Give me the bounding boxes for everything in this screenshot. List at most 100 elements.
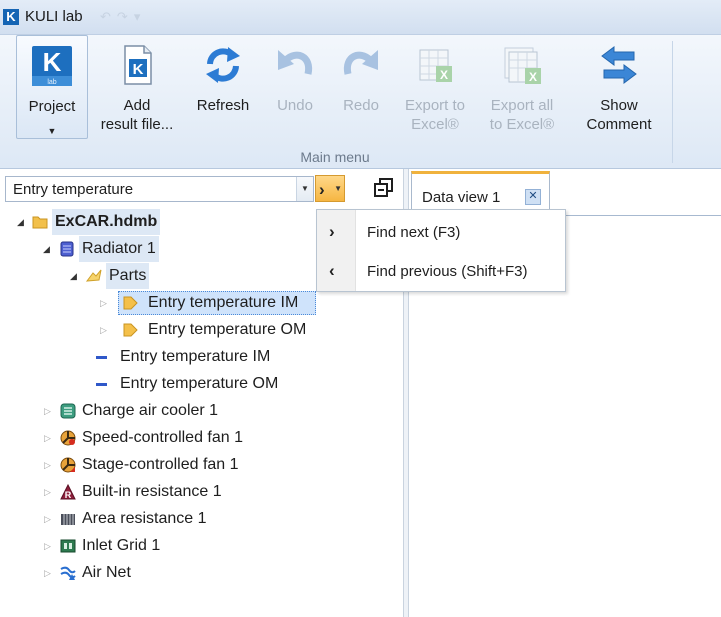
- refresh-icon: [206, 47, 240, 83]
- ribbon: K lab Project ▼ K Add result file... Ref…: [0, 35, 721, 169]
- tree-node-air-net[interactable]: ▷ Air Net: [44, 560, 394, 586]
- svg-text:R: R: [65, 490, 72, 500]
- collapse-all-button[interactable]: [373, 177, 395, 199]
- undo-label: Undo: [277, 97, 313, 114]
- radiator-icon: [60, 241, 74, 257]
- redo-icon: [343, 50, 378, 75]
- tree-node-stage-fan[interactable]: ▷ Stage-controlled fan 1: [44, 452, 394, 478]
- tree-node-builtin-resistance[interactable]: ▷ R Built-in resistance 1: [44, 479, 394, 505]
- collapse-all-icon: [374, 178, 393, 197]
- combo-dropdown-icon[interactable]: ▼: [296, 177, 313, 201]
- close-icon[interactable]: ✕: [525, 189, 541, 205]
- refresh-button[interactable]: Refresh: [188, 35, 258, 137]
- search-combobox[interactable]: Entry temperature ▼: [5, 176, 314, 202]
- collapsed-triangle-icon[interactable]: ▷: [100, 317, 110, 343]
- swap-arrows-icon: [601, 46, 637, 84]
- grid-icon: [60, 539, 76, 553]
- collapsed-triangle-icon[interactable]: ▷: [44, 425, 54, 451]
- collapsed-triangle-icon[interactable]: ▷: [44, 398, 54, 424]
- expanded-triangle-icon[interactable]: ◢: [70, 263, 80, 289]
- dash-icon: [96, 383, 107, 386]
- redo-label: Redo: [343, 97, 379, 114]
- svg-text:K: K: [43, 47, 62, 77]
- chevron-down-icon: ▼: [47, 126, 57, 136]
- qat-dropdown-icon[interactable]: ▾: [134, 9, 147, 24]
- menu-item-label: Find next (F3): [367, 224, 461, 241]
- menu-item-find-previous[interactable]: ‹ Find previous (Shift+F3): [317, 252, 565, 290]
- area-resistance-icon: [61, 514, 75, 525]
- redo-button[interactable]: Redo: [330, 35, 392, 137]
- tree-node-entry-im[interactable]: Entry temperature IM: [95, 344, 385, 370]
- undo-icon: [278, 50, 313, 75]
- tree-node-label: Built-in resistance 1: [82, 483, 222, 500]
- undo-button[interactable]: Undo: [264, 35, 326, 137]
- export-excel-button[interactable]: X Export to Excel®: [396, 35, 474, 137]
- tree-node-speed-fan[interactable]: ▷ Speed-controlled fan 1: [44, 425, 394, 451]
- resistance-icon: R: [60, 484, 76, 500]
- tree-node-label: Air Net: [82, 564, 131, 581]
- tab-label: Data view 1: [422, 189, 501, 206]
- collapsed-triangle-icon[interactable]: ▷: [44, 560, 54, 586]
- tree-node-area-resistance[interactable]: ▷ Area resistance 1: [44, 506, 394, 532]
- find-split-button[interactable]: › ▼: [315, 175, 345, 202]
- show-comment-button[interactable]: Show Comment: [576, 35, 662, 137]
- tree-node-charge-air-cooler[interactable]: ▷ Charge air cooler 1: [44, 398, 394, 424]
- quick-access-toolbar: ↶↷▾: [100, 9, 146, 25]
- tree-node-entry-om[interactable]: Entry temperature OM: [95, 371, 385, 397]
- part-tag-icon: [123, 323, 138, 337]
- tree-node-part-om[interactable]: ▷ Entry temperature OM: [100, 317, 390, 343]
- collapsed-triangle-icon[interactable]: ▷: [44, 452, 54, 478]
- menu-item-find-next[interactable]: › Find next (F3): [317, 213, 565, 251]
- chevron-right-icon: ›: [329, 222, 335, 241]
- excel-icon: X: [419, 49, 452, 82]
- air-net-icon: [60, 566, 76, 580]
- svg-text:X: X: [440, 68, 448, 82]
- search-input[interactable]: Entry temperature: [13, 181, 133, 198]
- tree-node-label: Entry temperature IM: [120, 348, 271, 365]
- collapsed-triangle-icon[interactable]: ▷: [44, 479, 54, 505]
- add-result-file-button[interactable]: K Add result file...: [94, 35, 180, 137]
- undo-quick-icon[interactable]: ↶: [100, 9, 117, 24]
- tree-node-label: Parts: [106, 263, 150, 289]
- cooler-icon: [60, 403, 76, 419]
- svg-text:X: X: [529, 70, 537, 84]
- fan-icon: [60, 457, 76, 473]
- part-tag-icon: [123, 296, 138, 310]
- tree-node-inlet-grid[interactable]: ▷ Inlet Grid 1: [44, 533, 394, 559]
- add-file-icon: K: [124, 45, 152, 85]
- ribbon-group-label: Main menu: [300, 149, 370, 165]
- tree-node-label: Entry temperature OM: [120, 375, 279, 392]
- show-comment-label: Show Comment: [586, 97, 652, 133]
- tree-node-label: Area resistance 1: [82, 510, 207, 527]
- export-label: Export to Excel®: [404, 97, 466, 133]
- fan-icon: [60, 430, 76, 446]
- dash-icon: [96, 356, 107, 359]
- chevron-left-icon: ‹: [329, 261, 335, 280]
- collapsed-triangle-icon[interactable]: ▷: [100, 290, 110, 316]
- project-button[interactable]: K lab Project ▼: [16, 35, 88, 139]
- tree-node-label: Stage-controlled fan 1: [82, 456, 239, 473]
- parts-icon: [86, 269, 102, 282]
- find-dropdown-icon[interactable]: ▼: [334, 184, 342, 193]
- expanded-triangle-icon[interactable]: ◢: [17, 209, 27, 235]
- redo-quick-icon[interactable]: ↷: [117, 9, 134, 24]
- tree-node-label: Speed-controlled fan 1: [82, 429, 243, 446]
- tree-node-label: Entry temperature IM: [148, 294, 299, 311]
- export-all-excel-button[interactable]: X Export all to Excel®: [480, 35, 564, 137]
- collapsed-triangle-icon[interactable]: ▷: [44, 506, 54, 532]
- collapsed-triangle-icon[interactable]: ▷: [44, 533, 54, 559]
- window-title: KULI lab: [25, 8, 83, 25]
- tree-node-label: Entry temperature OM: [148, 321, 307, 338]
- kuli-project-icon: K lab: [32, 46, 72, 86]
- folder-icon: [32, 216, 48, 229]
- expanded-triangle-icon[interactable]: ◢: [43, 236, 53, 262]
- find-dropdown-menu: › Find next (F3) ‹ Find previous (Shift+…: [316, 209, 566, 292]
- tree-node-label: Inlet Grid 1: [82, 537, 161, 554]
- excel-all-icon: X: [504, 47, 541, 84]
- title-bar: K KULI lab ↶↷▾: [0, 0, 721, 35]
- find-next-icon: ›: [319, 180, 325, 199]
- tree-node-label: Radiator 1: [79, 236, 159, 262]
- app-logo-icon: K: [3, 9, 19, 25]
- refresh-label: Refresh: [196, 97, 250, 114]
- tree-node-part-im[interactable]: ▷ Entry temperature IM: [100, 290, 390, 316]
